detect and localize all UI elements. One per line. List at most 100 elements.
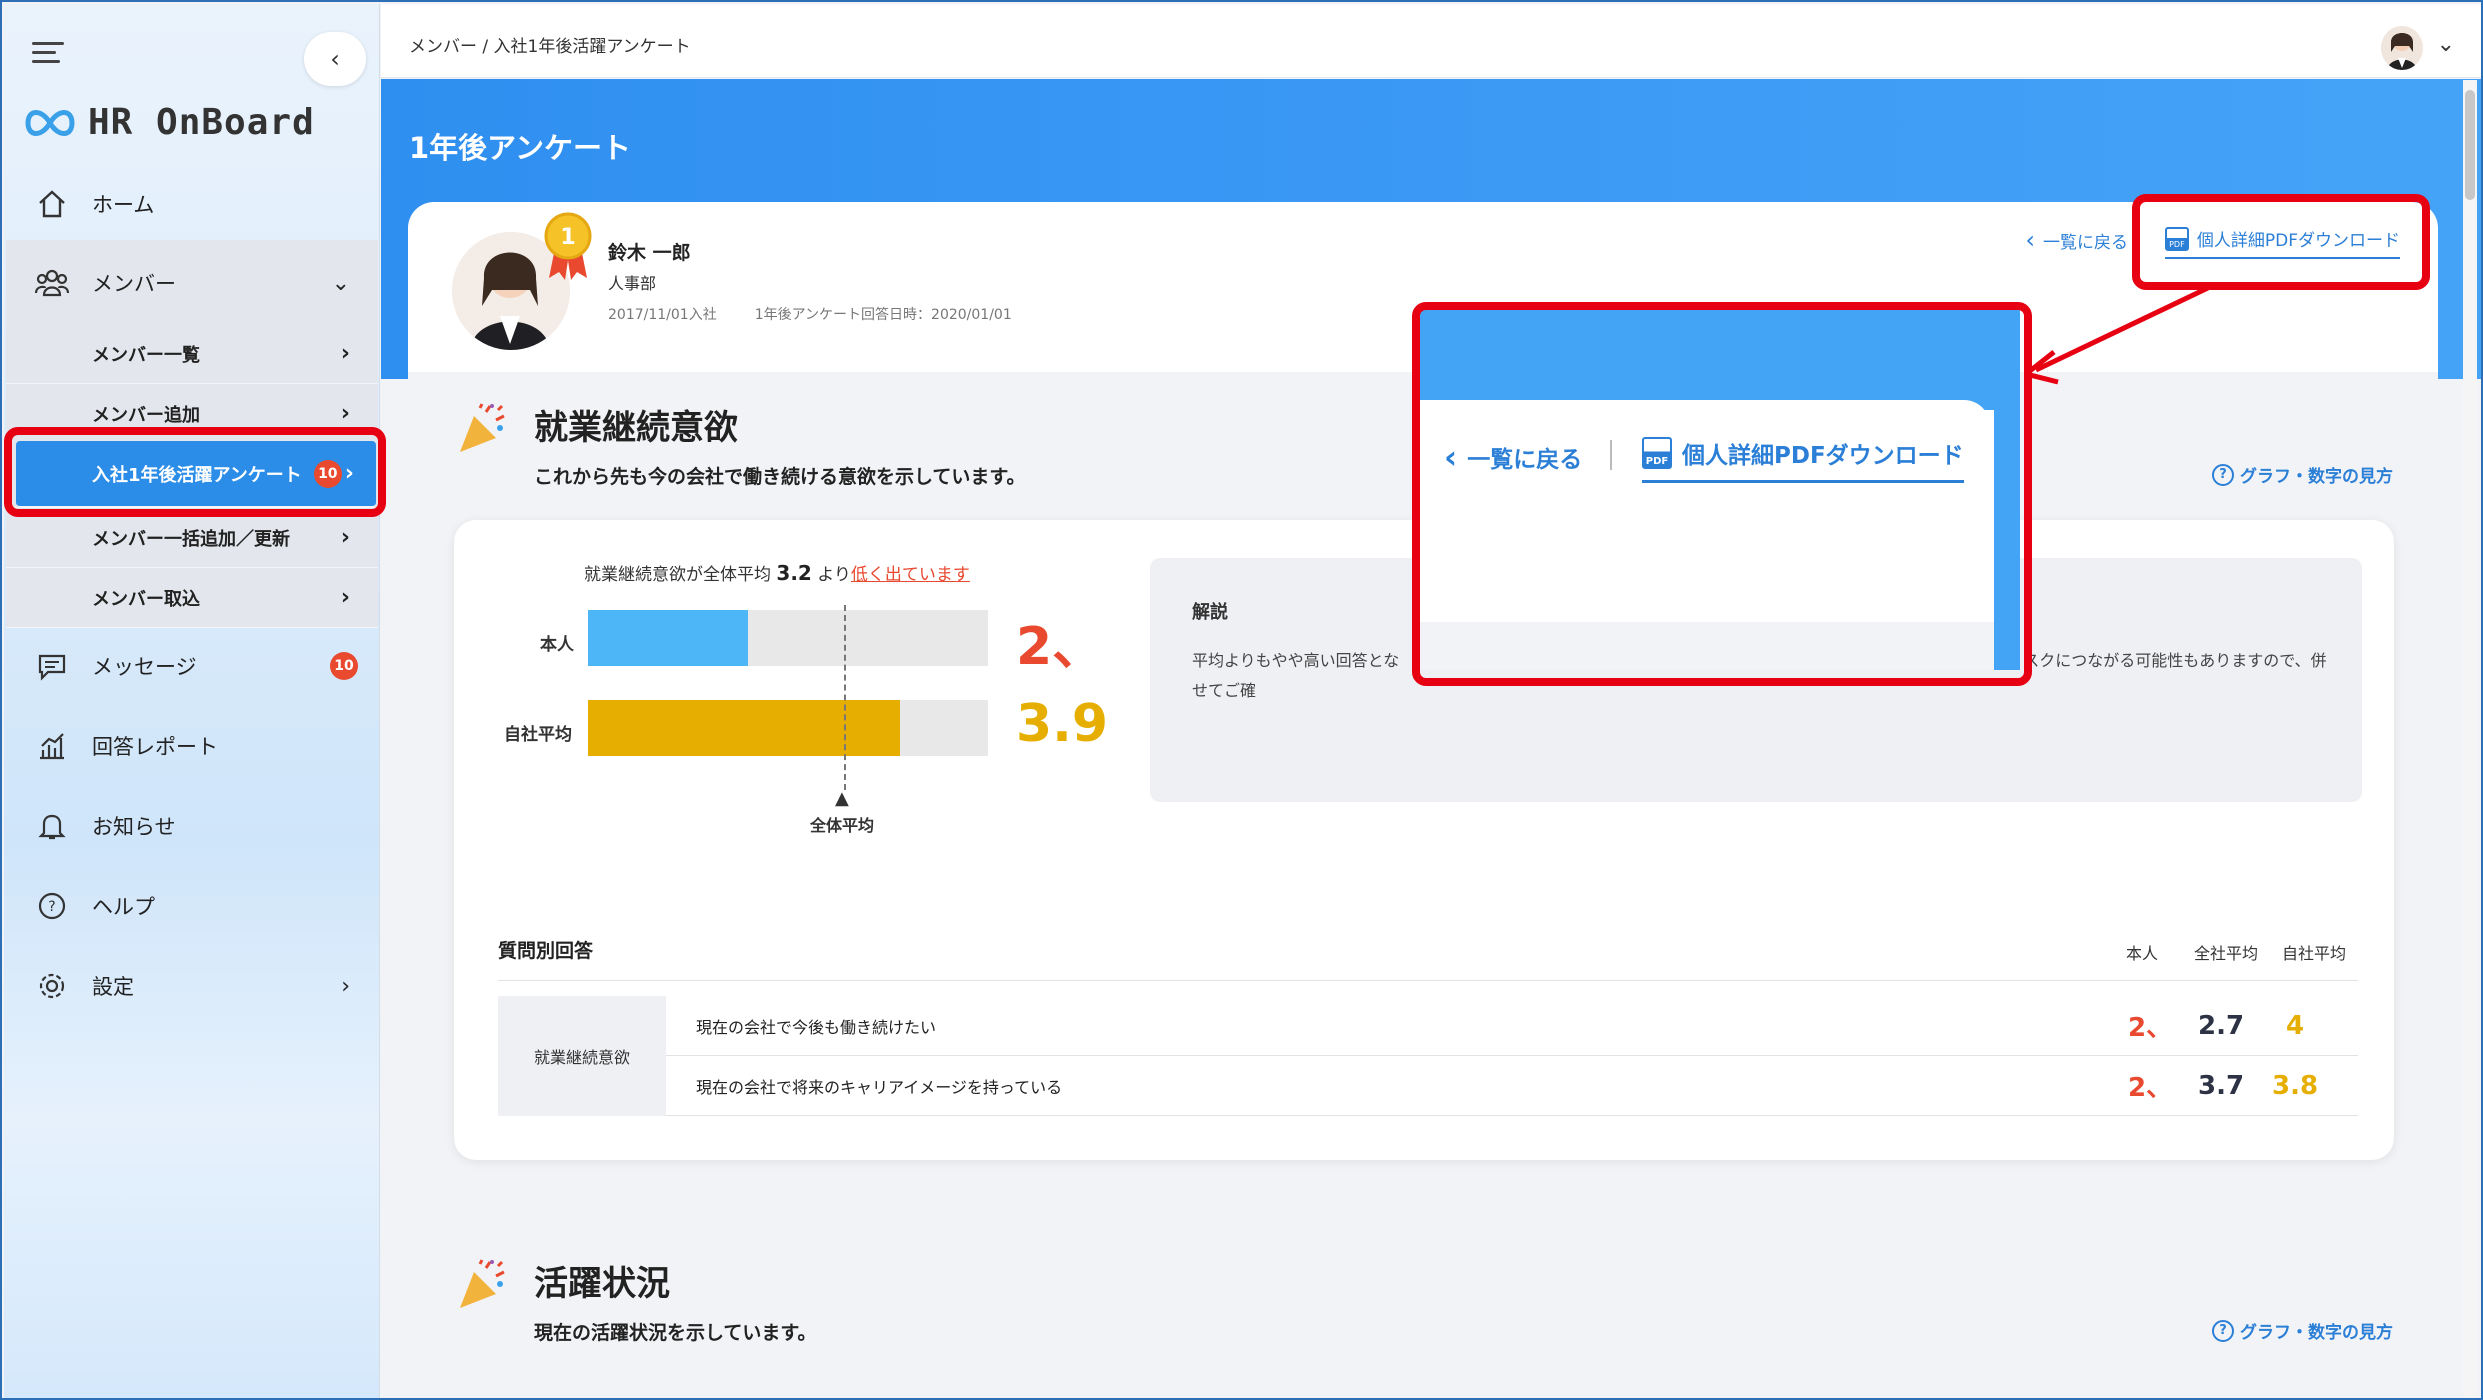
question-text: 現在の会社で将来のキャリアイメージを持っている — [696, 1077, 1063, 1097]
question-category: 就業継続意欲 — [498, 996, 666, 1116]
joined-date: 2017/11/01入社 — [608, 307, 717, 323]
compare-prefix: 就業継続意欲が全体平均 — [584, 565, 771, 585]
nav-home-label: ホーム — [92, 193, 155, 217]
subnav-member-list-label: メンバー一覧 — [92, 344, 200, 366]
subnav-member-import-label: メンバー取込 — [92, 588, 200, 610]
question-icon: ? — [2212, 1319, 2234, 1342]
nav-members[interactable]: メンバー ⌄ — [6, 240, 378, 326]
table-row: 現在の会社で今後も働き続けたい 2、 2.7 4 — [666, 996, 2358, 1056]
chevron-right-icon: › — [341, 973, 350, 999]
user-avatar[interactable] — [2381, 26, 2423, 70]
medal-rank: 1 — [560, 225, 575, 250]
menu-icon[interactable] — [32, 42, 64, 63]
question-own: 4 — [2286, 1010, 2305, 1041]
divider — [498, 980, 2358, 981]
subnav-member-import[interactable]: メンバー取込 › — [6, 568, 378, 628]
bar-fill-company — [588, 700, 900, 756]
help-link[interactable]: ? グラフ・数字の見方 — [2212, 462, 2393, 487]
section-desc: 現在の活躍状況を示しています。 — [534, 1322, 817, 1344]
member-name: 鈴木 一郎 — [608, 242, 691, 264]
chevron-right-icon: › — [340, 401, 350, 426]
question-self: 2、 — [2128, 1073, 2173, 1103]
col-all: 全社平均 — [2194, 944, 2259, 963]
nav-reports-label: 回答レポート — [92, 735, 218, 759]
nav-reports[interactable]: 回答レポート — [6, 722, 378, 770]
scrollbar-thumb[interactable] — [2465, 90, 2475, 200]
question-own: 3.8 — [2272, 1070, 2319, 1101]
chevron-left-icon: ‹ — [2025, 226, 2035, 254]
chevron-down-icon[interactable]: ⌄ — [2437, 32, 2455, 57]
party-popper-icon — [460, 403, 505, 452]
subnav-bulk-add[interactable]: メンバー一括追加／更新 › — [6, 508, 378, 568]
back-to-list-link[interactable]: ‹ 一覧に戻る — [2025, 226, 2128, 254]
medal-icon: 1 — [543, 212, 593, 282]
nav-settings[interactable]: 設定 › — [6, 962, 378, 1010]
average-line — [844, 605, 846, 790]
average-marker-icon: ▲ — [835, 788, 849, 809]
breadcrumb[interactable]: メンバー / 入社1年後活躍アンケート — [409, 32, 691, 57]
sidebar: ‹ HR OnBoard ホーム メンバー ⌄ メンバー一覧 › メンバー追加 … — [4, 4, 380, 1398]
page-title: 1年後アンケート — [409, 131, 632, 165]
back-to-list-label: 一覧に戻る — [2043, 232, 2128, 253]
messages-badge: 10 — [330, 652, 358, 680]
chevron-right-icon: › — [340, 585, 350, 610]
bell-icon — [32, 806, 72, 846]
annotation-zoom-frame — [1412, 302, 2032, 686]
nav-news[interactable]: お知らせ — [6, 802, 378, 850]
average-label: 全体平均 — [810, 816, 875, 835]
chevron-right-icon: › — [340, 341, 350, 366]
comparison-text: 就業継続意欲が全体平均 3.2 より低く出ています — [584, 560, 970, 585]
members-icon — [32, 263, 72, 303]
compare-value: 3.2 — [776, 561, 812, 585]
nav-messages[interactable]: メッセージ 10 — [6, 642, 378, 690]
nav-home[interactable]: ホーム — [6, 180, 378, 228]
subnav-member-add-label: メンバー追加 — [92, 404, 200, 426]
table-row: 現在の会社で将来のキャリアイメージを持っている 2、 3.7 3.8 — [666, 1056, 2358, 1116]
chevron-down-icon: ⌄ — [331, 270, 350, 296]
svg-text:?: ? — [48, 899, 55, 915]
help-icon: ? — [32, 886, 72, 926]
member-meta: 2017/11/01入社 1年後アンケート回答日時：2020/01/01 — [608, 304, 1012, 324]
bar-label-company: 自社平均 — [504, 725, 572, 745]
questions-title: 質問別回答 — [498, 940, 594, 962]
logo[interactable]: HR OnBoard — [24, 102, 315, 143]
score-company: 3.9 — [1016, 694, 1109, 754]
annotation-highlight-pdf — [2132, 194, 2430, 290]
score-self: 2、 — [1016, 617, 1105, 677]
question-text: 現在の会社で今後も働き続けたい — [696, 1017, 937, 1037]
collapse-sidebar-button[interactable]: ‹ — [304, 32, 366, 86]
nav-news-label: お知らせ — [92, 815, 176, 839]
section-desc: これから先も今の会社で働き続ける意欲を示しています。 — [534, 466, 1026, 488]
nav-messages-label: メッセージ — [92, 655, 197, 679]
message-icon — [32, 646, 72, 686]
question-all: 3.7 — [2198, 1070, 2245, 1101]
topbar: メンバー / 入社1年後活躍アンケート ⌄ — [381, 4, 2481, 78]
subnav-member-list[interactable]: メンバー一覧 › — [6, 324, 378, 384]
col-own: 自社平均 — [2282, 944, 2347, 963]
col-self: 本人 — [2126, 944, 2159, 963]
party-popper-icon — [460, 1259, 505, 1308]
answered-date: 1年後アンケート回答日時：2020/01/01 — [754, 307, 1012, 323]
section-title: 就業継続意欲 — [534, 408, 738, 448]
compare-result: 低く出ています — [850, 565, 970, 585]
subnav-bulk-add-label: メンバー一括追加／更新 — [92, 528, 290, 550]
bar-track-company — [588, 700, 988, 756]
nav-settings-label: 設定 — [92, 975, 134, 999]
nav-help-label: ヘルプ — [92, 895, 155, 919]
app-window: ‹ HR OnBoard ホーム メンバー ⌄ メンバー一覧 › メンバー追加 … — [0, 0, 2483, 1400]
help-link-label: グラフ・数字の見方 — [2240, 467, 2393, 487]
chart-icon — [32, 726, 72, 766]
compare-mid: より — [817, 565, 851, 585]
annotation-highlight-sidebar — [4, 427, 386, 517]
bar-label-self: 本人 — [540, 635, 574, 655]
question-self: 2、 — [2128, 1013, 2173, 1043]
logo-icon — [25, 109, 75, 136]
scrollbar[interactable] — [2463, 80, 2477, 1398]
nav-help[interactable]: ? ヘルプ — [6, 882, 378, 930]
bar-fill-self — [588, 610, 748, 666]
section-title: 活躍状況 — [534, 1264, 670, 1304]
logo-text: HR OnBoard — [88, 102, 315, 143]
gear-icon — [32, 966, 72, 1006]
help-link[interactable]: ? グラフ・数字の見方 — [2212, 1318, 2393, 1343]
help-link-label: グラフ・数字の見方 — [2240, 1323, 2393, 1343]
